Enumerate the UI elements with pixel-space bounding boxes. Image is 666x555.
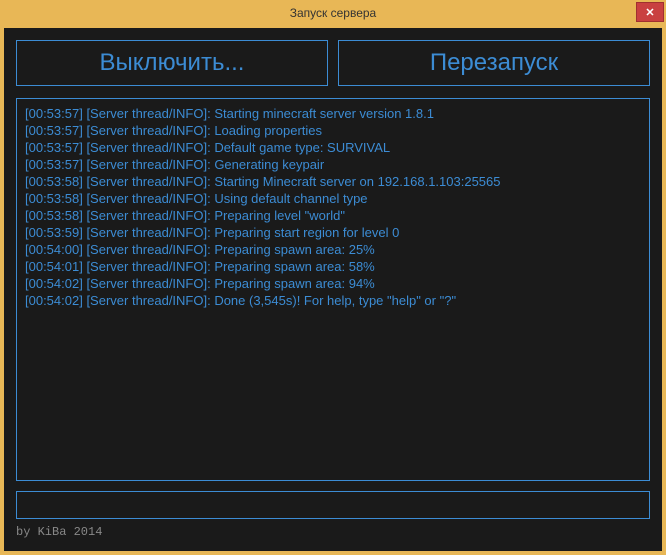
button-row: Выключить... Перезапуск [16, 40, 650, 86]
log-line: [00:53:57] [Server thread/INFO]: Loading… [25, 122, 641, 139]
shutdown-button[interactable]: Выключить... [16, 40, 328, 86]
command-input[interactable] [17, 492, 649, 518]
restart-button[interactable]: Перезапуск [338, 40, 650, 86]
window-content: Выключить... Перезапуск [00:53:57] [Serv… [4, 28, 662, 551]
log-line: [00:54:02] [Server thread/INFO]: Done (3… [25, 292, 641, 309]
footer-credit: by KiBa 2014 [16, 525, 650, 539]
log-line: [00:53:57] [Server thread/INFO]: Generat… [25, 156, 641, 173]
titlebar[interactable]: Запуск сервера ✕ [0, 0, 666, 26]
log-line: [00:53:59] [Server thread/INFO]: Prepari… [25, 224, 641, 241]
log-line: [00:53:57] [Server thread/INFO]: Default… [25, 139, 641, 156]
window-title: Запуск сервера [290, 6, 376, 20]
close-icon: ✕ [645, 6, 654, 19]
log-line: [00:54:00] [Server thread/INFO]: Prepari… [25, 241, 641, 258]
log-line: [00:53:58] [Server thread/INFO]: Startin… [25, 173, 641, 190]
log-line: [00:53:58] [Server thread/INFO]: Using d… [25, 190, 641, 207]
log-line: [00:53:57] [Server thread/INFO]: Startin… [25, 105, 641, 122]
log-line: [00:54:02] [Server thread/INFO]: Prepari… [25, 275, 641, 292]
command-input-row [16, 491, 650, 519]
log-line: [00:53:58] [Server thread/INFO]: Prepari… [25, 207, 641, 224]
close-button[interactable]: ✕ [636, 2, 664, 22]
log-line: [00:54:01] [Server thread/INFO]: Prepari… [25, 258, 641, 275]
log-output[interactable]: [00:53:57] [Server thread/INFO]: Startin… [16, 98, 650, 481]
